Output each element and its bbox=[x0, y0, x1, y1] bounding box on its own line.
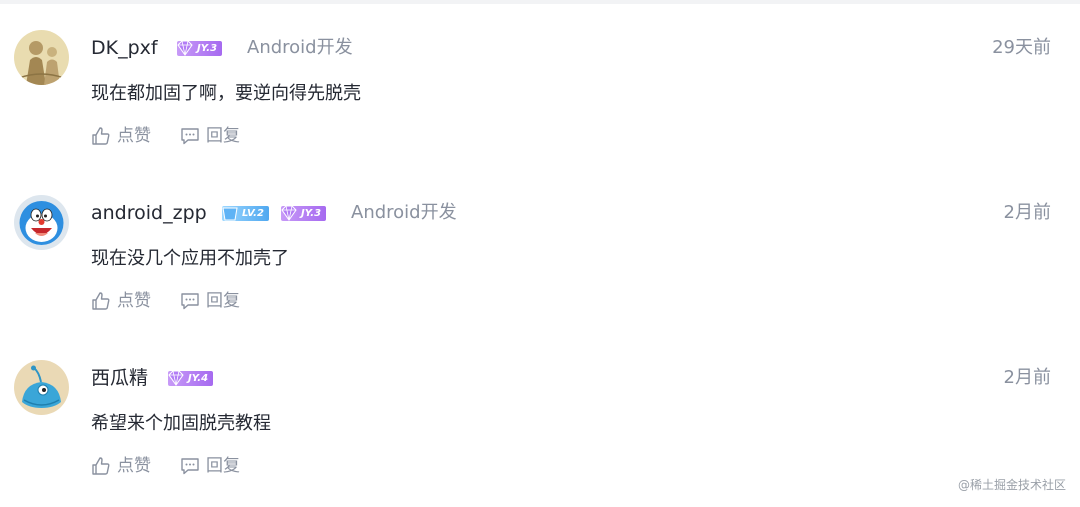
comment-item: android_zpp LV.2 JY.3 Android开发 2月前 现在没几… bbox=[0, 165, 1080, 325]
comment-time: 29天前 bbox=[992, 37, 1051, 58]
comment-bubble-icon bbox=[181, 293, 199, 310]
like-button[interactable]: 点赞 bbox=[91, 454, 151, 478]
avatar-image bbox=[14, 360, 69, 415]
like-button[interactable]: 点赞 bbox=[91, 124, 151, 148]
jy-level-badge: JY.3 bbox=[281, 205, 327, 221]
like-label: 点赞 bbox=[117, 456, 151, 476]
badge-label: JY.4 bbox=[188, 373, 209, 384]
like-label: 点赞 bbox=[117, 126, 151, 146]
level-badge-icon bbox=[222, 207, 238, 221]
comment-item: DK_pxf JY.3 Android开发 29天前 现在都加固了啊，要逆向得先… bbox=[0, 0, 1080, 160]
avatar-image bbox=[14, 30, 69, 85]
job-title: Android开发 bbox=[247, 37, 353, 58]
reply-button[interactable]: 回复 bbox=[180, 124, 240, 148]
comment-content: 现在都加固了啊，要逆向得先脱壳 bbox=[91, 83, 361, 104]
comment-content: 现在没几个应用不加壳了 bbox=[91, 248, 289, 269]
username[interactable]: DK_pxf bbox=[91, 35, 158, 61]
lv-level-badge: LV.2 bbox=[222, 206, 269, 221]
username[interactable]: 西瓜精 bbox=[91, 365, 148, 391]
comment-time: 2月前 bbox=[1003, 367, 1051, 388]
avatar-image bbox=[14, 195, 69, 250]
thumbs-up-icon bbox=[92, 292, 110, 310]
comment-time: 2月前 bbox=[1003, 202, 1051, 223]
badge-label: JY.3 bbox=[301, 208, 322, 219]
comment-bubble-icon bbox=[181, 458, 199, 475]
comment-content: 希望来个加固脱壳教程 bbox=[91, 413, 271, 434]
thumbs-up-icon bbox=[92, 127, 110, 145]
badge-label: JY.3 bbox=[197, 43, 218, 54]
reply-label: 回复 bbox=[206, 126, 240, 146]
watermark: @稀土掘金技术社区 bbox=[957, 478, 1066, 492]
reply-button[interactable]: 回复 bbox=[180, 289, 240, 313]
avatar[interactable] bbox=[14, 195, 69, 250]
reply-button[interactable]: 回复 bbox=[180, 454, 240, 478]
jy-level-badge: JY.3 bbox=[177, 40, 223, 56]
username[interactable]: android_zpp bbox=[91, 200, 207, 226]
like-label: 点赞 bbox=[117, 291, 151, 311]
diamond-gem-icon bbox=[168, 370, 184, 386]
badge-label: LV.2 bbox=[242, 208, 264, 219]
job-title: Android开发 bbox=[351, 202, 457, 223]
comment-item: 西瓜精 JY.4 2月前 希望来个加固脱壳教程 点赞 回复 bbox=[0, 330, 1080, 490]
jy-level-badge: JY.4 bbox=[168, 370, 214, 386]
avatar[interactable] bbox=[14, 360, 69, 415]
reply-label: 回复 bbox=[206, 291, 240, 311]
comment-bubble-icon bbox=[181, 128, 199, 145]
thumbs-up-icon bbox=[92, 457, 110, 475]
diamond-gem-icon bbox=[177, 40, 193, 56]
like-button[interactable]: 点赞 bbox=[91, 289, 151, 313]
avatar[interactable] bbox=[14, 30, 69, 85]
reply-label: 回复 bbox=[206, 456, 240, 476]
diamond-gem-icon bbox=[281, 205, 297, 221]
